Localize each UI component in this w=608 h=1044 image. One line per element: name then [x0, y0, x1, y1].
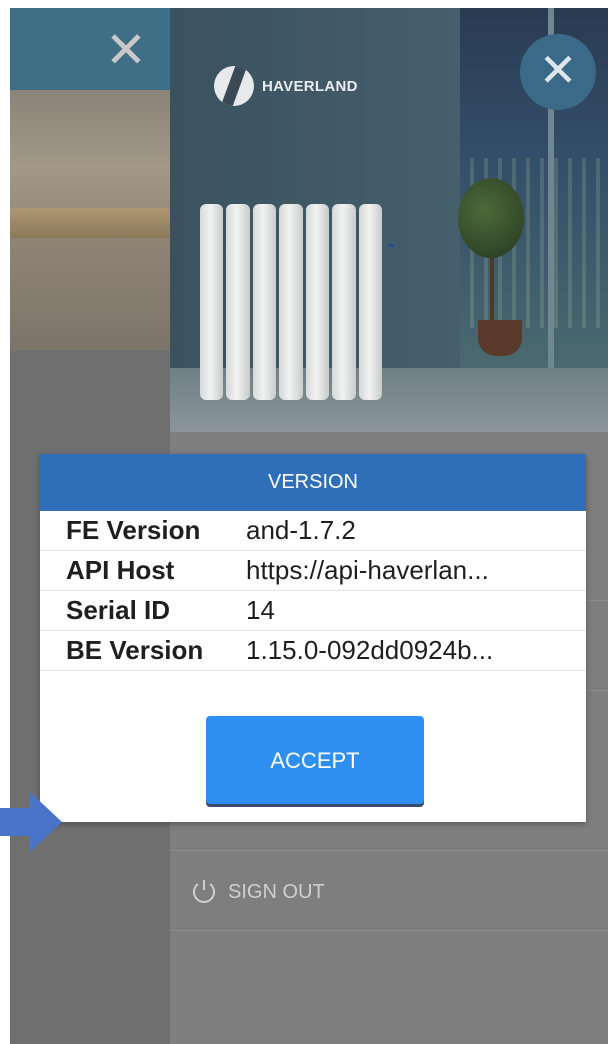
- version-dialog: VERSION FE Version and-1.7.2 API Host ht…: [40, 454, 586, 822]
- plant-crown: [458, 178, 524, 258]
- info-row-serial-id: Serial ID 14: [40, 591, 586, 631]
- power-icon: [193, 880, 215, 903]
- left-photo-shelf: [10, 208, 170, 238]
- info-value: 1.15.0-092dd0924b...: [246, 635, 494, 665]
- heater-fin: [200, 204, 224, 400]
- info-row-be-version: BE Version 1.15.0-092dd0924b...: [40, 631, 586, 671]
- heater-fin: [279, 204, 303, 400]
- menu-divider: [170, 930, 608, 931]
- heater-fin: [358, 204, 382, 400]
- heater-led: [388, 244, 394, 247]
- info-row-fe-version: FE Version and-1.7.2: [40, 511, 586, 551]
- heater-fin: [252, 204, 277, 400]
- info-value: https://api-haverlan...: [246, 555, 489, 585]
- logo-mark-icon: [214, 66, 254, 106]
- accept-button[interactable]: ACCEPT: [206, 716, 424, 804]
- heater-fin: [226, 204, 250, 400]
- info-label: FE Version: [66, 515, 201, 545]
- arrow-right-icon: [0, 792, 62, 852]
- close-icon[interactable]: ✕: [104, 25, 148, 75]
- heater-illustration: [200, 204, 382, 400]
- info-row-api-host: API Host https://api-haverlan...: [40, 551, 586, 591]
- plant-pot: [478, 320, 522, 356]
- info-label: API Host: [66, 555, 175, 585]
- info-value: and-1.7.2: [246, 515, 356, 545]
- plant-trunk: [490, 253, 494, 323]
- menu-divider: [170, 850, 608, 851]
- sign-out-label: SIGN OUT: [228, 880, 325, 903]
- dialog-title: VERSION: [40, 454, 586, 511]
- close-icon[interactable]: ✕: [520, 34, 596, 110]
- info-label: Serial ID: [66, 595, 171, 625]
- heater-fin: [305, 204, 330, 400]
- haverland-logo: HAVERLAND: [214, 66, 358, 106]
- logo-text: HAVERLAND: [262, 77, 358, 95]
- info-value: 14: [246, 595, 275, 625]
- heater-fin: [332, 204, 356, 400]
- info-label: BE Version: [66, 635, 204, 665]
- sign-out-item[interactable]: SIGN OUT: [190, 878, 325, 906]
